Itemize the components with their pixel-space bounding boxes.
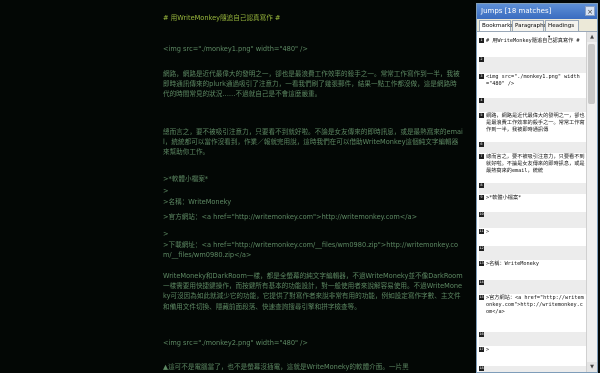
item-text: > (486, 347, 490, 353)
scroll-up-icon[interactable]: ▲ (587, 32, 597, 42)
scroll-down-icon[interactable]: ▼ (587, 362, 597, 372)
panel-titlebar[interactable]: Jumps [18 matches] × (477, 4, 597, 19)
jumps-panel[interactable]: Jumps [18 matches] × Bookmarks Paragraph… (476, 3, 598, 373)
doc-line: > (163, 230, 169, 238)
item-text: >官方網站：<a href="http://writemonkey.com">h… (486, 295, 584, 315)
list-item[interactable]: 13 >名稱：WriteMoneky (479, 261, 587, 279)
list-item[interactable]: 3 <img src="./monkey1.png" width="480" /… (479, 74, 587, 96)
doc-line: <img src="./monkey2.png" width="480" /> (163, 339, 308, 347)
doc-line: >下載網址：<a href="http://writemonkey.com/__… (163, 241, 459, 260)
item-number: 8 (479, 183, 484, 188)
doc-line: >*軟體小檔案* (163, 175, 209, 183)
doc-line: ▲這可不是電腦當了，也不是螢幕沒插電，這就是WriteMoneky的軟體介面。一… (163, 363, 409, 371)
panel-tabs: Bookmarks Paragraphs Headings ▾ (477, 19, 597, 40)
vertical-scrollbar[interactable]: ▲ ▼ (586, 32, 597, 372)
item-number: 7 (479, 154, 484, 159)
doc-line: > (163, 187, 169, 195)
item-number: 6 (479, 142, 484, 147)
list-item[interactable]: 1 # 用WriteMonkey隨追自己認真寫作 # (479, 38, 587, 56)
doc-line: <img src="./monkey1.png" width="480" /> (163, 45, 308, 53)
editor-area[interactable]: # 用WriteMonkey隨追自己認真寫作 # <img src="./mon… (0, 0, 476, 373)
list-item[interactable]: 7 總而言之，要不被吸引注意力，只要看不到就好啦。不論是女友傳來的即時訊息，或是… (479, 154, 587, 182)
list-item[interactable]: 16 (479, 332, 587, 346)
doc-paragraph: WriteMoneky和DarkRoom一樣，都是全螢幕的純文字編輯器，不過Wr… (163, 272, 463, 311)
list-item[interactable]: 18 (479, 366, 587, 372)
doc-paragraph: 總而言之，要不被吸引注意力，只要看不到就好啦。不論是女友傳來的即時訊息，或是最熱… (163, 128, 463, 157)
tab-paragraphs[interactable]: Paragraphs (512, 20, 547, 31)
item-number: 1 (479, 38, 484, 43)
list-item[interactable]: 5 網路，網路是近代最偉大的發明之一，卻也是最浪費工作效率的殺手之一。常常工作寫… (479, 113, 587, 141)
item-text: > (486, 229, 490, 235)
tab-headings[interactable]: Headings ▾ (545, 20, 579, 40)
item-number: 3 (479, 74, 484, 79)
list-item[interactable]: 2 (479, 57, 587, 73)
item-number: 12 (479, 246, 484, 251)
item-number: 18 (479, 366, 484, 371)
item-number: 2 (479, 57, 484, 62)
close-icon[interactable]: × (585, 6, 595, 16)
item-number: 14 (479, 280, 484, 285)
list-item[interactable]: 8 (479, 183, 587, 194)
list-item[interactable]: 4 (479, 98, 587, 112)
doc-heading: # 用WriteMonkey隨追自己認真寫作 # (163, 14, 281, 22)
list-item[interactable]: 9 >*軟體小檔案* (479, 195, 587, 211)
item-text: <img src="./monkey1.png" width="480" /> (486, 74, 580, 87)
item-number: 13 (479, 261, 484, 266)
item-number: 11 (479, 229, 484, 234)
list-item[interactable]: 11 > (479, 229, 587, 245)
item-number: 10 (479, 212, 484, 217)
item-number: 5 (479, 113, 484, 118)
item-text: 總而言之，要不被吸引注意力，只要看不到就好啦。不論是女友傳來的即時訊息，或是最熱… (486, 154, 585, 174)
list-item[interactable]: 10 (479, 212, 587, 228)
tab-headings-label: Headings (548, 23, 575, 29)
item-number: 15 (479, 295, 484, 300)
item-number: 4 (479, 98, 484, 103)
list-item[interactable]: 12 (479, 246, 587, 260)
item-text: 網路，網路是近代最偉大的發明之一，卻也是最浪費工作效率的殺手之一。常常工作寫作到… (486, 113, 585, 133)
list-item[interactable]: 15 >官方網站：<a href="http://writemonkey.com… (479, 295, 587, 331)
tab-bookmarks[interactable]: Bookmarks (479, 20, 513, 31)
list-item[interactable]: 17 > (479, 347, 587, 365)
doc-line: >官方網站：<a href="http://writemonkey.com">h… (163, 213, 418, 221)
scroll-thumb[interactable] (588, 44, 595, 104)
item-text: >名稱：WriteMoneky (486, 261, 540, 267)
item-text: >*軟體小檔案* (486, 195, 522, 201)
doc-line: >名稱：WriteMoneky (163, 198, 232, 206)
panel-title: Jumps [18 matches] (481, 7, 552, 15)
list-item[interactable]: 14 (479, 280, 587, 294)
list-item[interactable]: 6 (479, 142, 587, 153)
doc-paragraph: 網路，網路是近代最偉大的發明之一，卻也是最浪費工作效率的殺手之一。常常工作寫作到… (163, 70, 460, 99)
item-number: 9 (479, 195, 484, 200)
item-text: # 用WriteMonkey隨追自己認真寫作 # (486, 38, 580, 44)
jump-list[interactable]: 1 # 用WriteMonkey隨追自己認真寫作 # 2 3 <img src=… (477, 32, 587, 372)
item-number: 17 (479, 347, 484, 352)
item-number: 16 (479, 332, 484, 337)
